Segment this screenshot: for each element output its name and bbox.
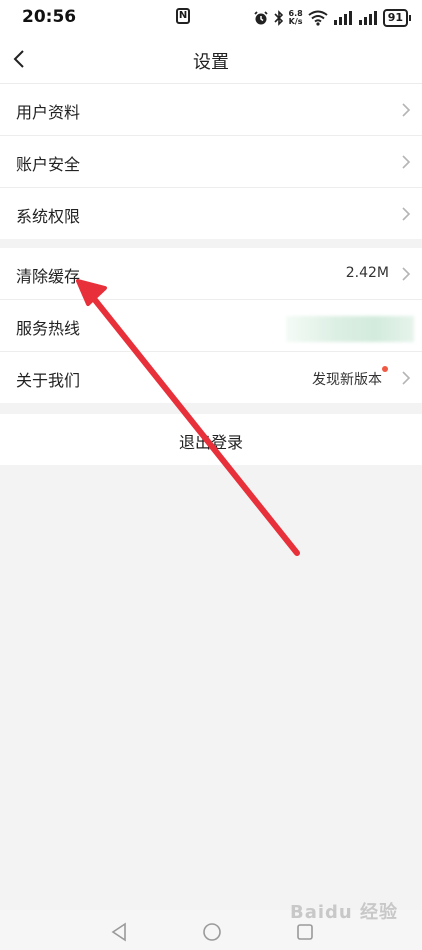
signal-icon xyxy=(333,11,352,25)
row-system-permissions[interactable]: 系统权限 xyxy=(0,188,422,239)
row-label: 服务热线 xyxy=(16,319,81,338)
new-version-dot xyxy=(382,366,388,372)
row-about-us[interactable]: 关于我们 发现新版本 xyxy=(0,352,422,403)
chevron-right-icon xyxy=(402,207,411,221)
chevron-right-icon xyxy=(402,103,411,117)
redacted-phone-number xyxy=(286,316,414,342)
watermark: Baidu 经验 xyxy=(289,902,398,923)
row-label: 用户资料 xyxy=(16,103,81,122)
settings-group-app: 清除缓存 2.42M 服务热线 关于我们 发现新版本 xyxy=(0,248,422,403)
settings-group-account: 用户资料 账户安全 系统权限 xyxy=(0,84,422,239)
cache-size: 2.42M xyxy=(345,265,389,281)
chevron-right-icon xyxy=(402,371,411,385)
chevron-right-icon xyxy=(402,155,411,169)
page-title: 设置 xyxy=(193,52,229,73)
square-recent-icon xyxy=(297,924,313,940)
battery-icon: 91 xyxy=(382,9,412,27)
alarm-icon xyxy=(253,11,268,25)
status-bar: 20:56 N 6.8 K/s 91 xyxy=(0,0,422,36)
chevron-right-icon xyxy=(402,267,411,281)
signal-icon-2 xyxy=(358,11,377,25)
nav-home-button[interactable] xyxy=(202,922,222,942)
bluetooth-icon xyxy=(273,10,283,26)
header-bar: 设置 xyxy=(0,36,422,84)
nfc-icon: N xyxy=(176,8,190,24)
row-account-security[interactable]: 账户安全 xyxy=(0,136,422,188)
row-user-profile[interactable]: 用户资料 xyxy=(0,84,422,136)
nav-recent-button[interactable] xyxy=(296,923,314,941)
new-version-text: 发现新版本 xyxy=(312,372,382,388)
row-service-hotline[interactable]: 服务热线 xyxy=(0,300,422,352)
status-time: 20:56 xyxy=(22,7,77,27)
circle-home-icon xyxy=(203,923,221,941)
speed-unit: K/s xyxy=(288,17,303,26)
row-label: 关于我们 xyxy=(16,371,81,390)
row-clear-cache[interactable]: 清除缓存 2.42M xyxy=(0,248,422,300)
logout-label: 退出登录 xyxy=(178,433,243,452)
status-icons: 6.8 K/s 91 xyxy=(253,6,412,30)
row-label: 清除缓存 xyxy=(16,267,81,286)
triangle-back-icon xyxy=(111,922,126,942)
nav-back-button[interactable] xyxy=(110,922,128,942)
row-label: 系统权限 xyxy=(16,207,81,226)
network-speed: 6.8 K/s xyxy=(289,10,303,26)
logout-button[interactable]: 退出登录 xyxy=(0,414,422,465)
wifi-icon xyxy=(308,10,328,26)
row-label: 账户安全 xyxy=(16,155,81,174)
